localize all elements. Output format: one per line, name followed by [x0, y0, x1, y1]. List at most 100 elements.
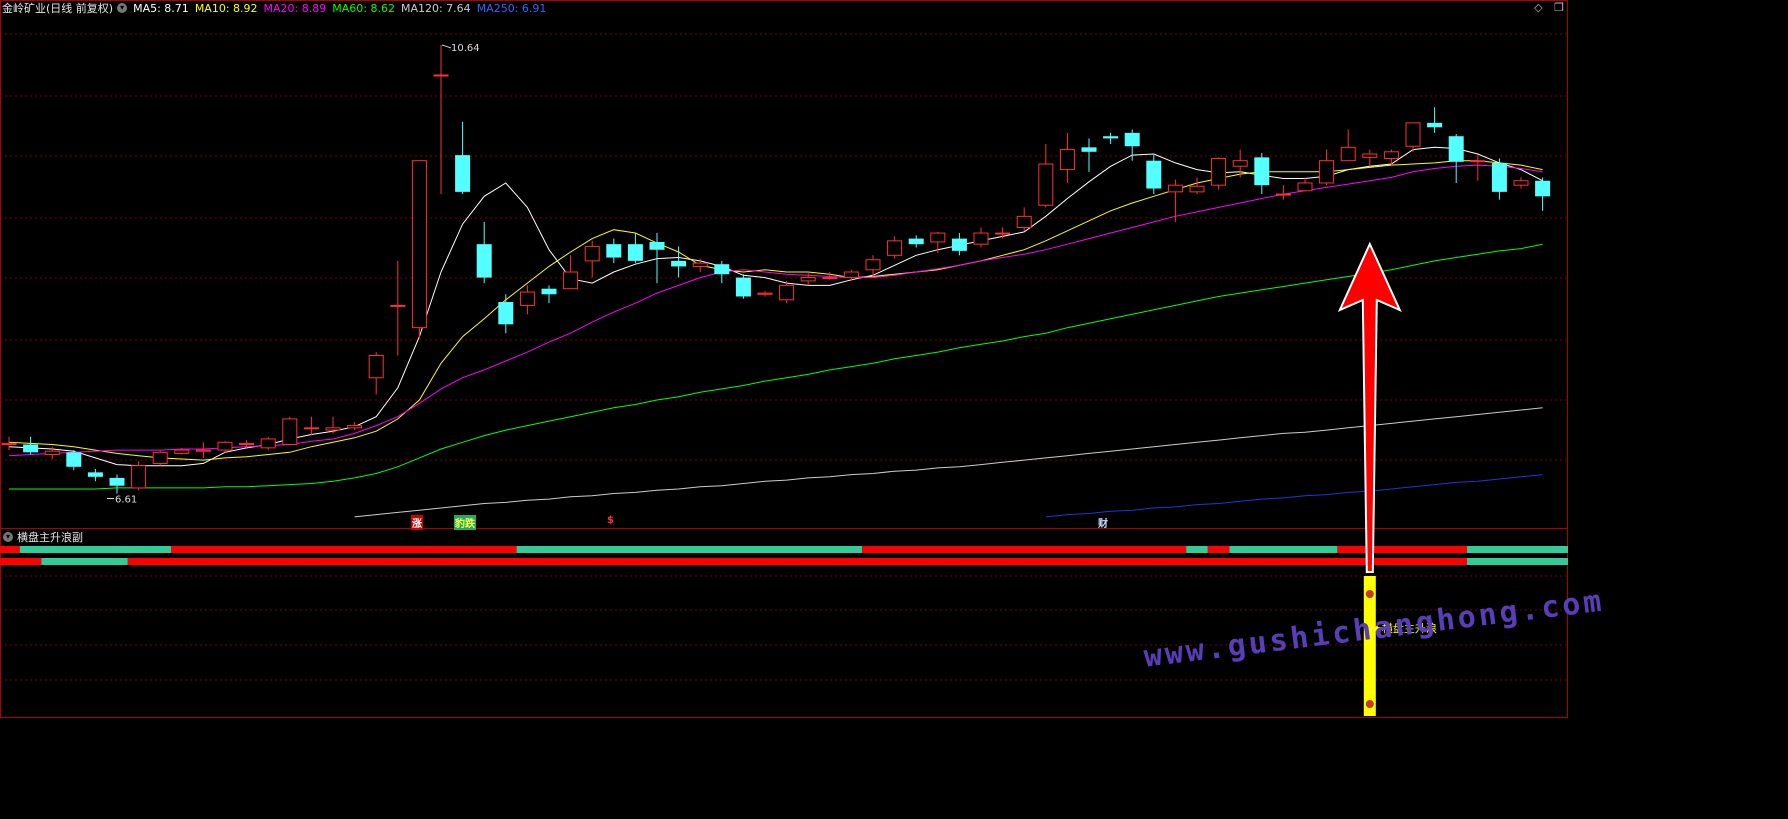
candle-body [195, 449, 211, 452]
band-segment [862, 546, 1187, 553]
signal-dot-bottom [1365, 700, 1374, 708]
candle-body [23, 444, 39, 453]
candle-body [455, 155, 471, 192]
candle-body [865, 259, 881, 271]
marker-baodie: 豹跌 [454, 515, 476, 530]
low-price-label: 6.61 [115, 494, 137, 505]
candle-body [1297, 182, 1313, 192]
candle-body [325, 427, 341, 431]
candle-body [476, 244, 492, 278]
candle-body [973, 232, 989, 245]
candle-body [1275, 193, 1291, 196]
band-segment [0, 558, 42, 565]
candle-body [779, 284, 795, 301]
grid [0, 0, 1568, 718]
ma120-label: MA120: 7.64 [400, 1, 471, 15]
ma250-label: MA250: 6.91 [476, 1, 547, 15]
candle-body [995, 232, 1011, 235]
band-segment [0, 546, 20, 553]
candle-body [671, 260, 687, 267]
candle-body [1038, 163, 1054, 206]
candle-body [1, 442, 17, 446]
candle-body [822, 277, 838, 280]
candle-body [174, 449, 190, 454]
candle-body [1491, 162, 1507, 192]
candle-body [563, 271, 579, 290]
candle-body [433, 74, 449, 77]
diamond-icon[interactable]: ◇ [1534, 1, 1542, 14]
marker-zhang: 涨 [411, 515, 423, 530]
candle-body [1059, 149, 1075, 171]
candle-body [714, 264, 730, 275]
sub-settings-circle-icon[interactable]: ▾ [3, 532, 13, 542]
candle-body [1470, 160, 1486, 163]
marker-cai: 财 [1098, 519, 1108, 530]
ma60-label: MA60: 8.62 [332, 1, 395, 15]
ma20-label: MA20: 8.89 [263, 1, 327, 15]
sub-panel-title: 横盘主升浪副 [17, 531, 83, 544]
high-price-label: 10.64 [451, 43, 480, 54]
high-pointer [441, 44, 452, 49]
candle-body [1016, 215, 1032, 228]
candle-body [1103, 136, 1119, 139]
candle-body [692, 262, 708, 267]
candle-body [1211, 157, 1227, 186]
candle-body [584, 245, 600, 262]
candle-body [109, 477, 125, 486]
candle-body [217, 441, 233, 451]
candle-body [131, 465, 147, 489]
candle-body [303, 427, 319, 430]
candle-body [390, 304, 406, 307]
up-arrow [1337, 241, 1402, 573]
stock-title: 金岭矿业(日线 前复权) [2, 2, 114, 15]
candle-body [843, 271, 859, 279]
band-segment [41, 558, 128, 565]
ma-line-ma10 [8, 160, 1543, 461]
candle-body [1405, 122, 1421, 147]
ma10-label: MA10: 8.92 [194, 1, 258, 15]
candle-body [260, 438, 276, 449]
candle-body [735, 277, 751, 297]
restore-icon[interactable]: ❐ [1554, 1, 1564, 14]
candle-body [1081, 147, 1097, 152]
candle-body [1535, 180, 1551, 197]
candle-body [800, 277, 816, 282]
candle-body [541, 288, 557, 295]
band-segment [1186, 546, 1208, 553]
candle-body [606, 244, 622, 258]
signal-dot-top [1365, 590, 1374, 598]
candle-body [1427, 122, 1443, 128]
signal-bands [0, 546, 1568, 565]
band-segment [1467, 546, 1568, 553]
candle-body [757, 292, 773, 295]
candle-body [239, 442, 255, 446]
candle-body [519, 291, 535, 306]
sub-panel-header: ▾ 横盘主升浪副 [0, 530, 83, 544]
candle-body [627, 244, 643, 261]
candle-body [1146, 160, 1162, 189]
candle-body [498, 302, 514, 325]
band-segment [171, 546, 517, 553]
band-segment [516, 546, 863, 553]
band-segment [1207, 546, 1230, 553]
candle-body [930, 232, 946, 243]
candle-body [87, 472, 103, 477]
ma-line-ma250 [1045, 474, 1543, 518]
candle-body [1319, 160, 1335, 184]
candle-body [1232, 160, 1248, 167]
settings-circle-icon[interactable]: ▾ [117, 3, 128, 13]
candle-body [347, 425, 363, 429]
band-segment [1337, 546, 1467, 553]
chart-canvas: 10.64 6.61 [0, 0, 1568, 718]
ma-lines [8, 146, 1543, 518]
red-arrow [1337, 241, 1402, 573]
candle-body [951, 238, 967, 251]
candle-body [887, 240, 903, 256]
candle-body [1513, 180, 1529, 186]
candle-body [282, 418, 298, 446]
candle-body [368, 354, 384, 379]
candle-body [1383, 151, 1399, 159]
candle-body [44, 450, 60, 456]
band-segment [127, 558, 1467, 565]
band-segment [19, 546, 171, 553]
